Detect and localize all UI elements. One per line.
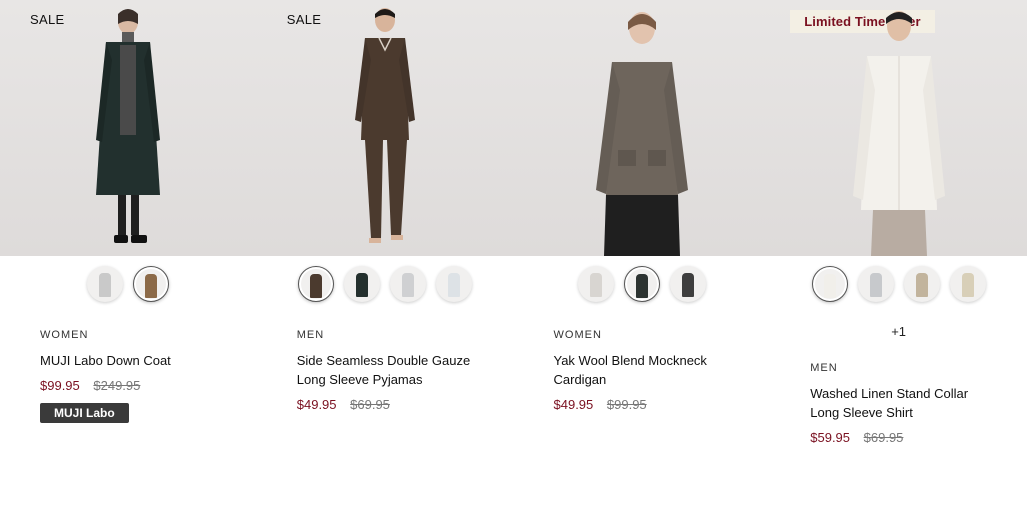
product-info: MEN Washed Linen Stand Collar Long Sleev… — [770, 362, 1027, 445]
product-card[interactable]: WOMEN Yak Wool Blend Mockneck Cardigan $… — [513, 0, 771, 445]
swatch-fill — [961, 273, 974, 297]
sale-price: $99.95 — [40, 378, 80, 393]
product-category: MEN — [296, 329, 325, 341]
color-swatch-selected[interactable] — [133, 266, 170, 302]
color-swatch[interactable] — [344, 266, 381, 302]
price-row: $49.95 $99.95 — [554, 397, 731, 412]
swatch-fill — [635, 274, 648, 298]
model-photo-pyjamas — [355, 8, 416, 243]
product-info: WOMEN Yak Wool Blend Mockneck Cardigan $… — [514, 329, 771, 412]
sale-price: $49.95 — [296, 397, 337, 412]
color-swatch[interactable] — [669, 266, 706, 302]
swatch-fill — [99, 273, 112, 297]
color-swatches — [770, 266, 1027, 306]
product-name[interactable]: Yak Wool Blend Mockneck Cardigan — [554, 351, 731, 389]
color-swatch-selected[interactable] — [623, 266, 660, 302]
model-photo-coat — [96, 9, 161, 243]
original-price: $69.95 — [863, 430, 904, 445]
sale-badge: SALE — [30, 12, 65, 27]
original-price: $99.95 — [606, 397, 647, 412]
price-row: $99.95 $249.95 — [40, 378, 217, 393]
color-swatch[interactable] — [903, 266, 940, 302]
color-swatch[interactable] — [436, 266, 473, 302]
color-swatches — [0, 266, 257, 306]
color-swatch[interactable] — [577, 266, 614, 302]
product-info: MEN Side Seamless Double Gauze Long Slee… — [257, 329, 514, 412]
swatch-fill — [448, 273, 461, 297]
swatch-fill — [869, 273, 882, 297]
sale-price: $49.95 — [553, 397, 594, 412]
product-category: WOMEN — [40, 329, 89, 341]
sale-price: $59.95 — [810, 430, 851, 445]
price-row: $49.95 $69.95 — [297, 397, 474, 412]
product-category: MEN — [810, 362, 838, 374]
swatch-fill — [915, 273, 928, 297]
product-category: WOMEN — [553, 329, 602, 341]
color-swatches — [514, 266, 771, 306]
color-swatches — [257, 266, 514, 306]
price-row: $59.95 $69.95 — [810, 430, 987, 445]
product-info: WOMEN MUJI Labo Down Coat $99.95 $249.95… — [0, 329, 257, 423]
color-swatch[interactable] — [857, 266, 894, 302]
swatch-fill — [310, 274, 323, 298]
swatch-fill — [356, 273, 369, 297]
color-swatch-selected[interactable] — [811, 266, 848, 302]
color-swatch[interactable] — [87, 266, 124, 302]
swatch-fill — [402, 273, 415, 297]
product-card[interactable]: SALE WOMEN MUJI Labo Down Coat $99.95 $2… — [0, 0, 257, 445]
swatch-fill — [823, 274, 836, 298]
model-photo-shirt — [852, 11, 945, 256]
original-price: $249.95 — [93, 378, 141, 393]
brand-tag: MUJI Labo — [40, 403, 129, 423]
swatch-fill — [681, 273, 694, 297]
color-swatch-selected[interactable] — [298, 266, 335, 302]
product-card[interactable]: Limited Time Offer +1 MEN Washed Linen S… — [770, 0, 1027, 445]
product-image[interactable]: SALE — [256, 0, 514, 256]
product-card[interactable]: SALE MEN Side Seamless Double Gauze Long… — [256, 0, 514, 445]
product-name[interactable]: Washed Linen Stand Collar Long Sleeve Sh… — [810, 384, 987, 422]
color-swatch[interactable] — [390, 266, 427, 302]
product-image[interactable] — [513, 0, 771, 256]
product-name[interactable]: MUJI Labo Down Coat — [40, 351, 217, 370]
original-price: $69.95 — [350, 397, 390, 412]
model-photo-cardigan — [595, 12, 688, 256]
sale-badge: SALE — [286, 12, 322, 27]
product-grid: SALE WOMEN MUJI Labo Down Coat $99.95 $2… — [0, 0, 1027, 445]
product-name[interactable]: Side Seamless Double Gauze Long Sleeve P… — [297, 351, 474, 389]
swatch-fill — [589, 273, 602, 297]
color-swatch[interactable] — [949, 266, 986, 302]
product-image[interactable]: SALE — [0, 0, 257, 256]
more-colors-link[interactable]: +1 — [770, 324, 1027, 339]
product-image[interactable]: Limited Time Offer — [770, 0, 1027, 256]
swatch-fill — [145, 274, 158, 298]
